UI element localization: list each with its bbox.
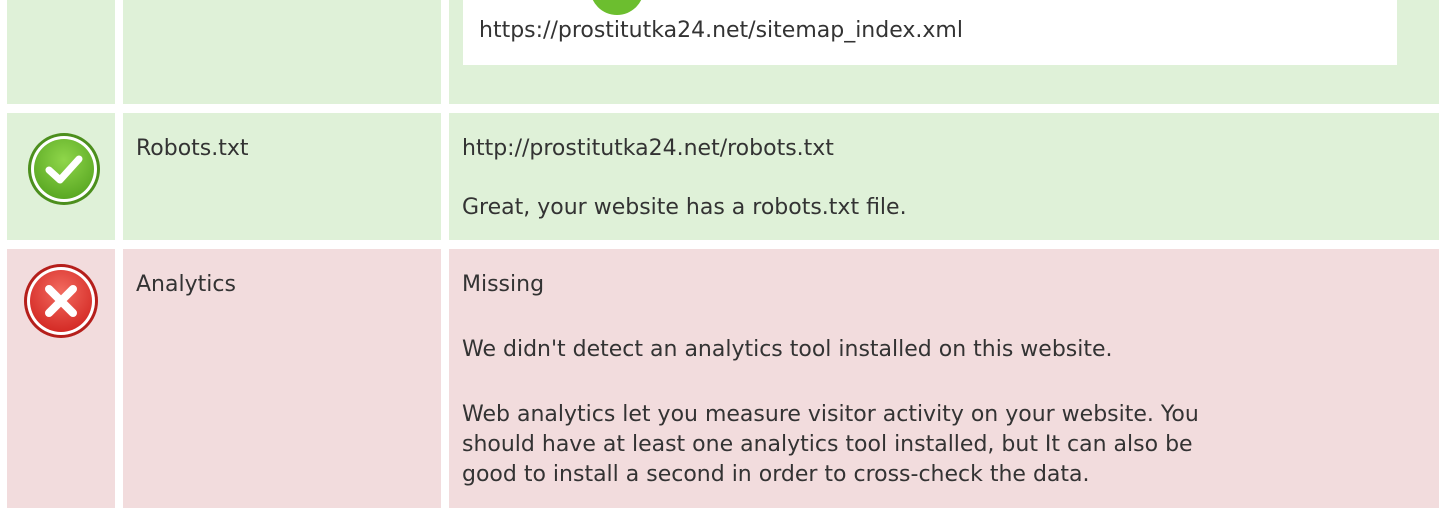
analytics-advice-line-1: Web analytics let you measure visitor ac… [462,402,1199,427]
robots-label: Robots.txt [136,136,249,161]
sitemap-row: https://prostitutka24.net/sitemap_index.… [0,0,1446,104]
sitemap-url[interactable]: https://prostitutka24.net/sitemap_index.… [479,18,963,43]
robots-row: Robots.txt http://prostitutka24.net/robo… [0,113,1446,240]
analytics-status: Missing [462,272,545,297]
sitemap-status-cell [7,0,115,104]
robots-label-cell: Robots.txt [123,113,441,240]
analytics-advice-line-3: good to install a second in order to cro… [462,462,1090,487]
analytics-advice-line-2: should have at least one analytics tool … [462,432,1193,457]
analytics-status-cell [7,249,115,508]
error-circle-icon [24,264,98,338]
check-circle-icon [28,133,100,205]
check-circle-icon [589,0,645,18]
analytics-label: Analytics [136,272,236,297]
analytics-label-cell: Analytics [123,249,441,508]
sitemap-label-cell [123,0,441,104]
analytics-message: We didn't detect an analytics tool insta… [462,337,1113,362]
robots-status-cell [7,113,115,240]
analytics-row: Analytics Missing We didn't detect an an… [0,249,1446,508]
robots-url[interactable]: http://prostitutka24.net/robots.txt [462,134,1422,164]
robots-message: Great, your website has a robots.txt fil… [462,195,907,220]
sitemap-value-cell: https://prostitutka24.net/sitemap_index.… [449,0,1439,104]
robots-value-cell: http://prostitutka24.net/robots.txt Grea… [449,113,1439,240]
analytics-value-cell: Missing We didn't detect an analytics to… [449,249,1439,508]
